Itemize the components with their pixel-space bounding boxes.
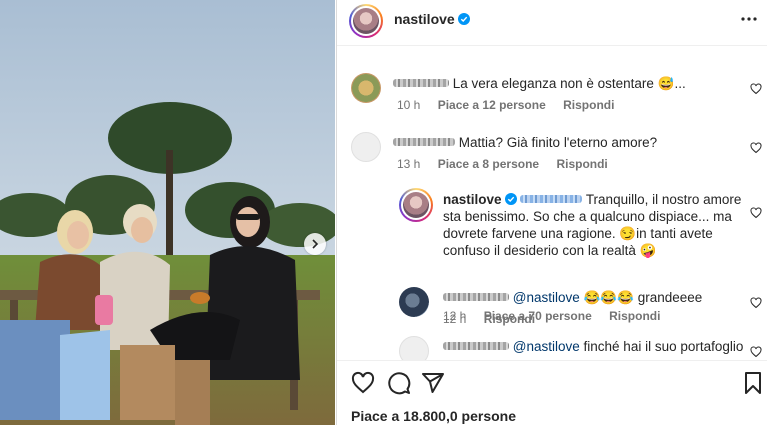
post-author[interactable]: nastilove <box>394 11 470 27</box>
comment-text: @nastilove finché hai il suo portafoglio <box>443 338 743 355</box>
post-likes[interactable]: Piace a 18.800,0 persone <box>351 408 516 424</box>
comment-text: @nastilove 😂😂😂 grandeeee <box>443 289 702 306</box>
mention-link[interactable]: @nastilove <box>513 339 580 354</box>
avatar[interactable] <box>351 73 381 103</box>
post-photo[interactable] <box>0 0 335 425</box>
photo-illustration <box>0 0 335 425</box>
comment-body: La vera eleganza non è ostentare 😅... <box>452 76 686 91</box>
comment-meta: 12 h Rispondi <box>443 312 549 326</box>
blurred-username <box>393 138 455 146</box>
blurred-username <box>393 79 449 87</box>
comment-icon[interactable] <box>387 371 411 395</box>
comment-likes[interactable]: Piace a 8 persone <box>438 157 539 171</box>
chevron-right-icon <box>312 239 319 249</box>
comment-time: 10 h <box>397 98 421 112</box>
verified-icon <box>457 13 470 25</box>
heart-icon[interactable] <box>351 371 375 395</box>
comment-meta: 10 h Piace a 12 persone Rispondi <box>397 98 628 112</box>
more-icon <box>741 17 757 21</box>
more-options-button[interactable] <box>740 10 758 28</box>
post-header: nastilove <box>337 0 767 46</box>
reply-button[interactable]: Rispondi <box>556 157 607 171</box>
heart-icon[interactable] <box>750 83 762 95</box>
heart-icon[interactable] <box>750 142 762 154</box>
comment-username[interactable]: nastilove <box>443 191 502 208</box>
comment-time: 12 h <box>443 312 467 326</box>
comments-list[interactable]: La vera eleganza non è ostentare 😅... 10… <box>337 47 767 360</box>
heart-icon[interactable] <box>750 297 762 309</box>
verified-icon <box>504 193 517 205</box>
comment-body: finché hai il suo portafoglio <box>583 339 744 354</box>
post-author-username[interactable]: nastilove <box>394 11 455 27</box>
share-icon[interactable] <box>421 371 445 395</box>
blurred-mention <box>520 195 583 203</box>
avatar[interactable] <box>399 188 433 222</box>
blurred-username <box>443 342 509 350</box>
comment-body: Mattia? Già finito l'eterno amore? <box>458 135 658 150</box>
bookmark-icon[interactable] <box>741 371 765 395</box>
comment-text: Mattia? Già finito l'eterno amore? <box>393 134 657 151</box>
comment-text: La vera eleganza non è ostentare 😅... <box>393 75 686 92</box>
comment-meta: 13 h Piace a 8 persone Rispondi <box>397 157 622 171</box>
carousel-next-button[interactable] <box>304 233 326 255</box>
avatar[interactable] <box>351 132 381 162</box>
comment-likes[interactable]: Piace a 12 persone <box>438 98 546 112</box>
blurred-username <box>443 293 509 301</box>
avatar[interactable] <box>399 287 429 317</box>
comment-body: 😂😂😂 grandeeee <box>583 290 703 305</box>
comment-body-line: dovrete farvene una ragione. 😏in tanti a… <box>443 226 713 241</box>
post-sidebar: nastilove La vera eleganza non è ostenta… <box>336 0 767 425</box>
avatar[interactable] <box>349 4 383 38</box>
comment-text: nastilove Tranquillo, il nostro amore st… <box>443 191 743 259</box>
comment-body-line: confuso il desiderio con la realtà 🤪 <box>443 243 657 258</box>
comment-body-line: Tranquillo, il nostro amore <box>585 192 742 207</box>
reply-button[interactable]: Rispondi <box>484 312 535 326</box>
comment-time: 13 h <box>397 157 421 171</box>
heart-icon[interactable] <box>750 346 762 358</box>
reply-button[interactable]: Rispondi <box>609 309 660 323</box>
heart-icon[interactable] <box>750 207 762 219</box>
post-actions: Piace a 18.800,0 persone <box>337 360 767 425</box>
comment-body-line: sta benissimo. So che a qualcuno dispiac… <box>443 209 732 224</box>
mention-link[interactable]: @nastilove <box>513 290 580 305</box>
reply-button[interactable]: Rispondi <box>563 98 614 112</box>
avatar[interactable] <box>399 336 429 360</box>
